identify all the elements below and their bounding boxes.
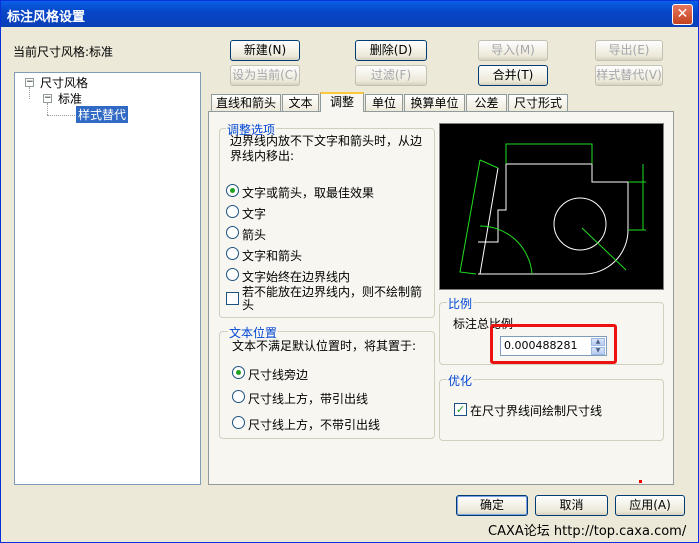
radio-text-or-arrow[interactable] — [226, 184, 239, 197]
title-bar[interactable]: 标注风格设置 ✕ — [1, 1, 698, 27]
preview-slant-edge — [479, 167, 499, 275]
tab-dim-form[interactable]: 尺寸形式 — [508, 94, 568, 112]
red-dot-mark — [639, 480, 642, 483]
preview-left-dimension — [459, 159, 499, 275]
tab-tolerance[interactable]: 公差 — [466, 94, 507, 112]
tree-item-style-override[interactable]: 样式替代 — [76, 106, 129, 123]
radio-above-no-leader-label[interactable]: 尺寸线上方，不带引出线 — [248, 416, 380, 433]
preview-arc-dimension — [479, 225, 533, 275]
radio-text-inside-label[interactable]: 文字始终在边界线内 — [242, 268, 350, 285]
preview-circle — [553, 197, 607, 251]
tab-lines-arrows[interactable]: 直线和箭头 — [211, 94, 281, 112]
radio-text-and-arrow[interactable] — [226, 247, 239, 260]
ok-button[interactable]: 确定 — [456, 495, 528, 516]
delete-button[interactable]: 删除(D) — [355, 40, 427, 61]
tab-text[interactable]: 文本 — [282, 94, 319, 112]
radio-arrow[interactable] — [226, 226, 239, 239]
radio-text-and-arrow-label[interactable]: 文字和箭头 — [242, 247, 302, 264]
radio-beside-dimline[interactable] — [232, 366, 245, 379]
export-button[interactable]: 导出(E) — [595, 40, 663, 61]
style-tree[interactable]: − 尺寸风格 − 标准 样式替代 — [14, 72, 201, 485]
text-position-description: 文本不满足默认位置时，将其置于: — [232, 339, 417, 353]
dimension-preview-drawing — [459, 143, 646, 275]
tab-adjust[interactable]: 调整 — [320, 92, 364, 112]
suppress-arrow-label[interactable]: 若不能放在边界线内，则不绘制箭头 — [242, 286, 430, 312]
filter-button[interactable]: 过滤(F) — [355, 65, 427, 86]
preview-right-dimension — [628, 164, 646, 231]
collapse-child-icon[interactable]: − — [43, 94, 52, 103]
apply-button[interactable]: 应用(A) — [615, 495, 685, 516]
radio-arrow-label[interactable]: 箭头 — [242, 226, 266, 243]
tree-item-root[interactable]: 尺寸风格 — [40, 74, 88, 91]
tab-units[interactable]: 单位 — [365, 94, 403, 112]
radio-text-inside[interactable] — [226, 268, 239, 281]
preview-top-dimension — [505, 143, 593, 164]
radio-text-label[interactable]: 文字 — [242, 205, 266, 222]
radio-beside-dimline-label[interactable]: 尺寸线旁边 — [248, 366, 308, 383]
style-override-button[interactable]: 样式替代(V) — [595, 65, 663, 86]
draw-dimline-label[interactable]: 在尺寸界线间绘制尺寸线 — [470, 402, 602, 419]
import-button[interactable]: 导入(M) — [478, 40, 548, 61]
current-style-label: 当前尺寸风格:标准 — [13, 45, 114, 59]
draw-dimline-checkbox[interactable]: ✓ — [454, 403, 467, 416]
radio-above-no-leader[interactable] — [232, 416, 245, 429]
collapse-root-icon[interactable]: − — [25, 78, 34, 87]
suppress-arrow-checkbox[interactable] — [226, 292, 239, 305]
radio-text-or-arrow-label[interactable]: 文字或箭头，取最佳效果 — [242, 184, 374, 201]
radio-above-with-leader[interactable] — [232, 390, 245, 403]
optimize-title: 优化 — [447, 372, 474, 389]
radio-text[interactable] — [226, 205, 239, 218]
window-title: 标注风格设置 — [7, 10, 86, 25]
set-current-button[interactable]: 设为当前(C) — [230, 65, 300, 86]
merge-button[interactable]: 合并(T) — [478, 65, 548, 86]
adjust-description: 边界线内放不下文字和箭头时，从边界线内移出: — [230, 134, 423, 163]
red-highlight-box — [490, 324, 617, 364]
close-icon[interactable]: ✕ — [672, 4, 693, 25]
tab-alt-units[interactable]: 换算单位 — [404, 94, 465, 112]
tree-item-standard[interactable]: 标准 — [58, 90, 82, 107]
new-button[interactable]: 新建(N) — [230, 40, 300, 61]
radio-above-with-leader-label[interactable]: 尺寸线上方，带引出线 — [248, 390, 368, 407]
dialog-window: 标注风格设置 ✕ 当前尺寸风格:标准 新建(N) 删除(D) 导入(M) 导出(… — [0, 0, 699, 543]
cancel-button[interactable]: 取消 — [535, 495, 608, 516]
forum-watermark: CAXA论坛 http://top.caxa.com/ — [488, 524, 687, 539]
preview-canvas — [439, 123, 664, 290]
scale-title: 比例 — [447, 295, 474, 312]
